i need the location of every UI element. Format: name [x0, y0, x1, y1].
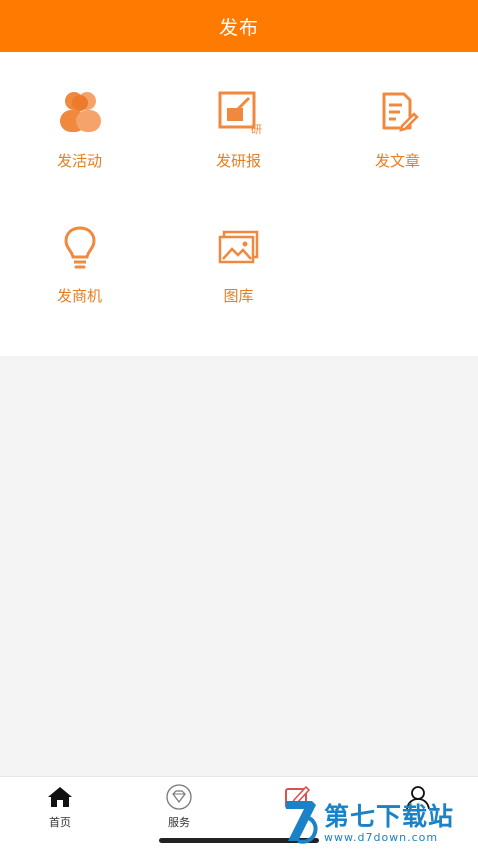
tab-home[interactable]: 首页: [0, 783, 120, 833]
publish-activity-label: 发活动: [56, 152, 102, 170]
lightbulb-icon: [54, 221, 106, 273]
watermark-url: www.d7down.com: [324, 830, 439, 844]
d7-logo-icon: [282, 797, 320, 849]
publish-article-button[interactable]: 发文章: [318, 60, 477, 170]
publish-article-label: 发文章: [374, 152, 420, 170]
header-bar: 发布: [0, 0, 478, 52]
gallery-icon: [213, 221, 265, 273]
publish-opportunity-label: 发商机: [56, 287, 102, 305]
diamond-icon: [164, 783, 194, 811]
watermark-logo: 第七下载站 www.d7down.com: [282, 796, 478, 850]
svg-text:研: 研: [251, 123, 262, 136]
people-icon: [54, 86, 106, 138]
home-icon: [45, 783, 75, 811]
research-report-icon: 研: [213, 86, 265, 138]
publish-activity-button[interactable]: 发活动: [0, 60, 159, 170]
gallery-button[interactable]: 图库: [159, 195, 318, 305]
publish-report-label: 发研报: [215, 152, 261, 170]
publish-report-button[interactable]: 研 发研报: [159, 60, 318, 170]
watermark-name: 第七下载站: [324, 801, 455, 831]
article-edit-icon: [372, 86, 424, 138]
page-title: 发布: [218, 16, 259, 39]
tab-service-label: 服务: [168, 816, 190, 829]
tab-home-label: 首页: [49, 816, 71, 829]
publish-opportunity-button[interactable]: 发商机: [0, 195, 159, 305]
gallery-label: 图库: [223, 287, 254, 305]
tab-service[interactable]: 服务: [119, 783, 239, 833]
publish-grid: 发活动 研 发研报 发文章 发商机 图库: [0, 52, 478, 356]
